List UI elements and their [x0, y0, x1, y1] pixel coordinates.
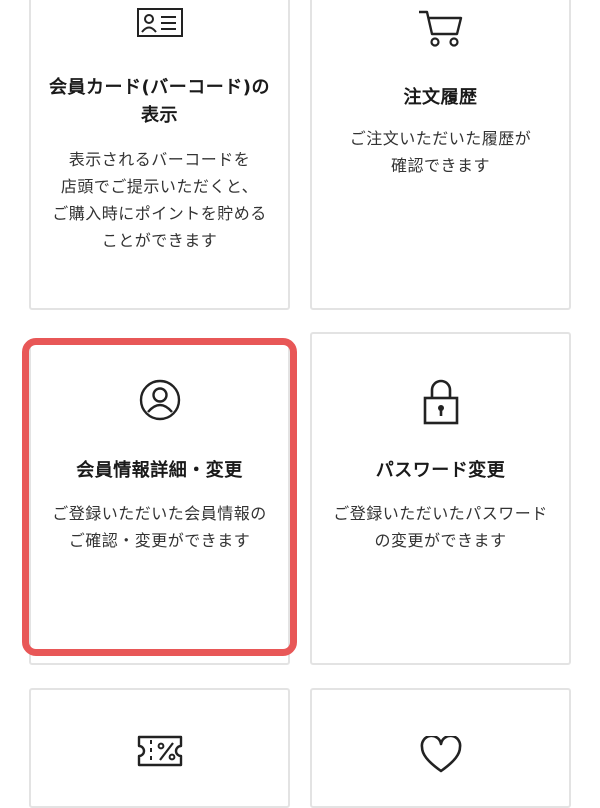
- card-description: ご注文いただいた履歴が 確認できます: [349, 129, 532, 175]
- user-circle-icon: [139, 379, 180, 421]
- id-card-icon: [136, 8, 183, 37]
- card-member-info[interactable]: 会員情報詳細・変更 ご登録いただいた会員情報の ご確認・変更ができます: [29, 342, 290, 665]
- card-coupon[interactable]: [29, 688, 290, 808]
- card-title: パスワード変更: [375, 460, 506, 481]
- card-title: 会員情報詳細・変更: [76, 460, 243, 481]
- card-password-change[interactable]: パスワード変更 ご登録いただいたパスワード の変更ができます: [310, 332, 571, 665]
- card-description: ご登録いただいた会員情報の ご確認・変更ができます: [52, 504, 267, 550]
- card-title: 注文履歴: [403, 87, 478, 108]
- card-description: 表示されるバーコードを 店頭でご提示いただくと、 ご購入時にポイントを貯める こ…: [52, 150, 267, 250]
- coupon-icon: [137, 735, 182, 767]
- card-member-barcode[interactable]: 会員カード(バーコード)の 表示 表示されるバーコードを 店頭でご提示いただくと…: [29, 0, 290, 310]
- shopping-cart-icon: [418, 10, 462, 47]
- heart-icon: [420, 736, 461, 773]
- card-favorites[interactable]: [310, 688, 571, 808]
- card-description: ご登録いただいたパスワード の変更ができます: [333, 504, 548, 550]
- card-order-history[interactable]: 注文履歴 ご注文いただいた履歴が 確認できます: [310, 0, 571, 310]
- card-title: 会員カード(バーコード)の 表示: [49, 77, 270, 126]
- lock-icon: [423, 379, 458, 425]
